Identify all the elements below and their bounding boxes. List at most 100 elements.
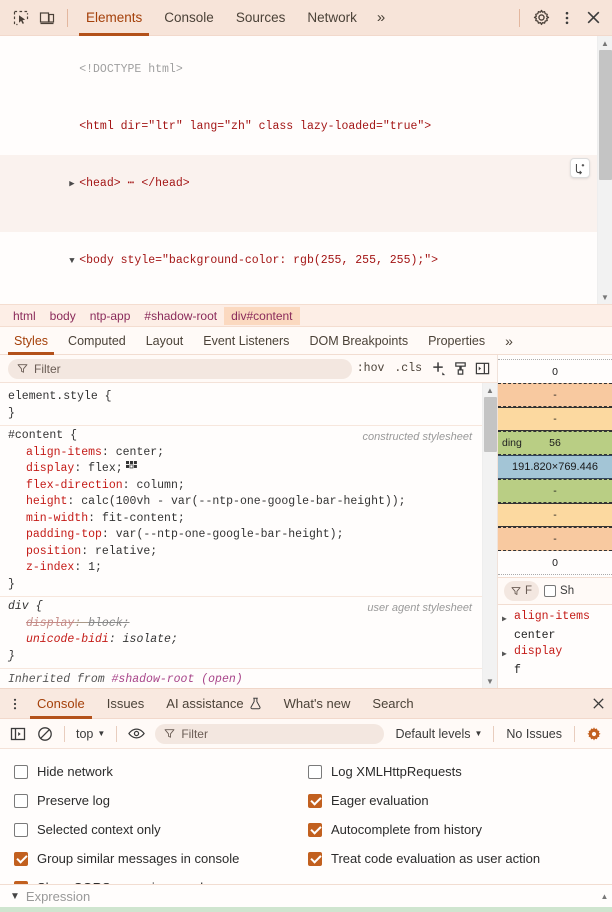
scrollbar-thumb[interactable] [598,50,612,180]
checkbox-box[interactable] [544,585,557,597]
declaration-align-items[interactable]: align-items: center; [8,445,474,462]
property-name[interactable]: height [26,495,67,508]
declaration-flex-direction[interactable]: flex-direction: column; [8,478,474,495]
box-model-padding-value[interactable]: 56 [549,437,561,449]
sidebar-toggle-icon[interactable] [471,358,493,380]
expression-scroll-up-icon[interactable]: ▲ [597,892,612,901]
gear-icon[interactable] [528,5,554,31]
declaration-padding-top[interactable]: padding-top: var(--ntp-one-google-bar-he… [8,527,474,544]
setting-hide-network[interactable]: Hide network [14,757,308,786]
styles-scrollbar[interactable]: ▲ ▼ [482,383,497,688]
drawer-tab-issues[interactable]: Issues [96,689,156,719]
css-rule-div-ua[interactable]: user agent stylesheet div { display: blo… [0,597,482,669]
declaration-unicode-bidi[interactable]: unicode-bidi: isolate; [8,632,474,649]
computed-property-align-items[interactable]: ▶ align-items [502,609,612,628]
breadcrumb-item-shadow-root[interactable]: #shadow-root [137,307,224,325]
paintbrush-icon[interactable] [449,358,471,380]
tab-dom-breakpoints[interactable]: DOM Breakpoints [299,327,418,355]
property-value[interactable]: flex [88,462,116,475]
live-expression-icon[interactable] [124,722,148,746]
tab-elements[interactable]: Elements [75,0,153,36]
setting-log-xmlhttprequests[interactable]: Log XMLHttpRequests [308,757,602,786]
declaration-z-index[interactable]: z-index: 1; [8,560,474,577]
computed-properties-list[interactable]: ▶ align-items center ▶ display f [498,605,612,688]
css-rule-content[interactable]: constructed stylesheet #content { align-… [0,426,482,597]
checkbox-box[interactable] [308,851,322,866]
twisty-expanded-icon[interactable]: ▼ [69,252,79,271]
tab-styles[interactable]: Styles [4,327,58,355]
scroll-into-view-icon[interactable] [570,158,590,178]
drawer-tab-whats-new[interactable]: What's new [273,689,362,719]
property-value[interactable]: column [136,479,177,492]
declaration-display[interactable]: display: flex; [8,461,474,478]
issues-status-label[interactable]: No Issues [501,727,567,741]
setting-show-cors-errors[interactable]: Show CORS errors in console [14,873,308,884]
property-value[interactable]: block [88,617,123,630]
chevron-right-icon[interactable]: ▶ [502,644,512,663]
drawer-tab-search[interactable]: Search [361,689,424,719]
scrollbar-thumb[interactable] [483,397,497,452]
dom-row-iframe[interactable]: ▶<iframe id="backgroundImage" src> ⋯ </i… [0,290,597,304]
drawer-more-icon[interactable] [4,697,26,711]
tab-network[interactable]: Network [296,0,368,36]
property-value[interactable]: relative [95,545,150,558]
scroll-down-arrow-icon[interactable]: ▼ [486,674,494,688]
inherited-selector[interactable]: #shadow-root (open) [112,673,243,686]
box-model-border-bottom[interactable]: - [498,503,612,527]
dom-tree-scrollbar[interactable]: ▲ ▼ [597,36,612,304]
property-value[interactable]: 1 [88,561,95,574]
dom-row-html[interactable]: <html dir="ltr" lang="zh" class lazy-loa… [0,98,597,155]
dom-tree[interactable]: <!DOCTYPE html> <html dir="ltr" lang="zh… [0,36,597,304]
checkbox-box[interactable] [308,793,322,808]
execution-context-selector[interactable]: top ▼ [72,727,109,741]
property-name[interactable]: min-width [26,512,88,525]
show-all-checkbox[interactable]: Sh [544,585,574,597]
property-value[interactable]: center [116,446,157,459]
css-rule-element-style[interactable]: element.style { } [0,387,482,426]
console-filter-input[interactable]: Filter [155,723,385,744]
breadcrumb-item-ntp-app[interactable]: ntp-app [83,307,138,325]
inspect-cursor-icon[interactable] [8,5,34,31]
drawer-tab-ai-assistance[interactable]: AI assistance [155,689,272,719]
tab-properties[interactable]: Properties [418,327,495,355]
tab-sources[interactable]: Sources [225,0,297,36]
computed-filter-input[interactable]: F [504,581,540,601]
declaration-position[interactable]: position: relative; [8,544,474,561]
property-name[interactable]: display [26,462,74,475]
selector-text[interactable]: element.style [8,390,98,403]
declaration-display-inactive[interactable]: display: block; [8,616,474,633]
checkbox-box[interactable] [14,822,28,837]
flex-grid-icon[interactable] [125,461,137,472]
clear-console-icon[interactable] [33,722,57,746]
property-name[interactable]: align-items [26,446,102,459]
console-sidebar-icon[interactable] [6,722,30,746]
tab-event-listeners[interactable]: Event Listeners [193,327,299,355]
css-rules-scroll[interactable]: element.style { } constructed stylesheet… [0,383,497,688]
checkbox-box[interactable] [14,851,28,866]
log-levels-selector[interactable]: Default levels ▼ [391,727,486,741]
property-value[interactable]: isolate [123,633,171,646]
box-model-margin-top[interactable]: - [498,383,612,407]
scroll-up-arrow-icon[interactable]: ▲ [486,383,494,397]
property-value[interactable]: var(--ntp-one-google-bar-height); [116,528,344,541]
styles-filter-input[interactable]: Filter [8,358,352,379]
tab-layout[interactable]: Layout [136,327,194,355]
setting-preserve-log[interactable]: Preserve log [14,786,308,815]
property-value[interactable]: fit-content [102,512,178,525]
setting-group-similar-messages[interactable]: Group similar messages in console [14,844,308,873]
close-icon[interactable] [580,5,606,31]
selector-text[interactable]: div [8,600,29,613]
selector-text[interactable]: #content [8,429,63,442]
tab-console[interactable]: Console [153,0,225,36]
breadcrumb-item-body[interactable]: body [43,307,83,325]
dom-row-body[interactable]: ▼ <body style="background-color: rgb(255,… [0,232,597,290]
setting-treat-code-evaluation-as-user-action[interactable]: Treat code evaluation as user action [308,844,602,873]
box-model-margin-bottom[interactable]: - [498,527,612,551]
toggle-hover-states-button[interactable]: :hov [352,362,390,375]
scrollbar-track[interactable] [483,397,498,674]
setting-autocomplete-from-history[interactable]: Autocomplete from history [308,815,602,844]
live-expression-row[interactable]: ▼ Expression ▲ [0,885,612,907]
property-name[interactable]: padding-top [26,528,102,541]
dom-row-doctype[interactable]: <!DOCTYPE html> [0,41,597,98]
setting-eager-evaluation[interactable]: Eager evaluation [308,786,602,815]
